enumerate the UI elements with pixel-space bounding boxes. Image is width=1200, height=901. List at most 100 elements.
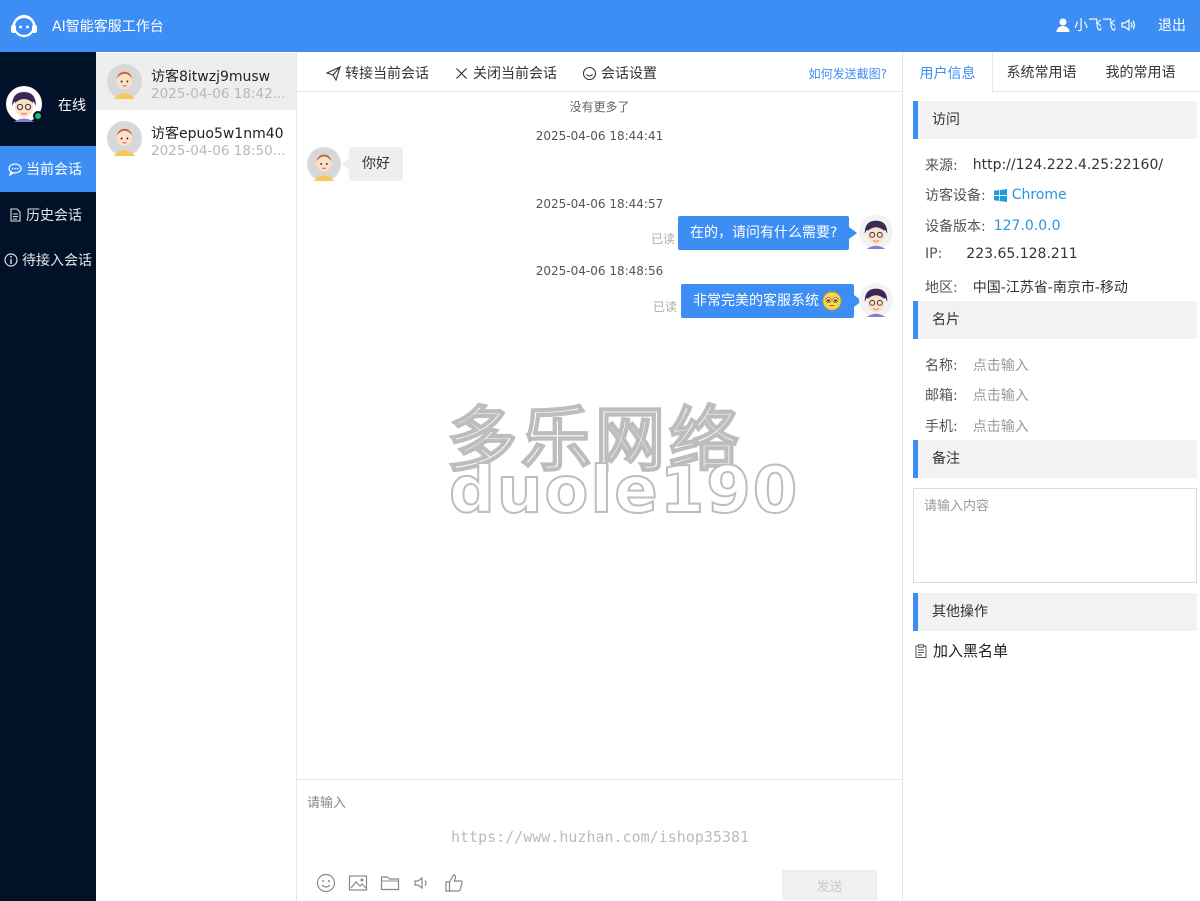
watermark-english: duole190 <box>448 453 800 529</box>
nav-label: 历史会话 <box>26 208 82 224</box>
online-status-dot <box>33 111 43 121</box>
visitor-time: 2025-04-06 18:42... <box>151 86 286 102</box>
pleading-face-emoji-icon <box>822 291 842 311</box>
left-nav: 在线 当前会话 历史会话 待接入会话 <box>0 52 96 901</box>
info-device: 访客设备: Chrome <box>925 185 1067 205</box>
visitor-list: 访客8itwzj9musw 2025-04-06 18:42... 访客epuo… <box>96 52 297 901</box>
tab-user-info[interactable]: 用户信息 <box>903 52 993 93</box>
section-card-title: 名片 <box>913 301 1197 339</box>
info-key: IP: <box>925 246 943 262</box>
logout-button[interactable]: 退出 <box>1158 15 1186 35</box>
send-button[interactable]: 发送 <box>782 870 877 900</box>
transfer-session-button[interactable]: 转接当前会话 <box>326 63 429 83</box>
info-version: 设备版本: 127.0.0.0 <box>925 216 1061 236</box>
info-key: 名称: <box>925 358 958 374</box>
right-panel: 用户信息 系统常用语 我的常用语 访问 来源: http://124.222.4… <box>902 52 1200 901</box>
message-timestamp: 2025-04-06 18:48:56 <box>535 264 664 278</box>
visitor-avatar <box>307 147 341 181</box>
info-key: 手机: <box>925 419 958 435</box>
info-key: 设备版本: <box>925 219 986 235</box>
read-status: 已读 <box>653 300 678 314</box>
message-bubble-visitor: 你好 <box>342 147 403 181</box>
message-timestamp: 2025-04-06 18:44:41 <box>535 129 664 143</box>
username[interactable]: 小飞飞 <box>1074 15 1116 35</box>
sound-icon[interactable] <box>1120 17 1136 33</box>
card-name-input[interactable]: 点击输入 <box>973 355 1029 375</box>
session-settings-button[interactable]: 会话设置 <box>582 63 657 83</box>
nav-current-sessions[interactable]: 当前会话 <box>0 146 96 192</box>
nav-label: 待接入会话 <box>22 253 92 269</box>
info-value: 223.65.128.211 <box>966 246 1078 262</box>
online-status-label[interactable]: 在线 <box>58 95 86 115</box>
section-note-title: 备注 <box>913 440 1197 478</box>
info-value: 中国-江苏省-南京市-移动 <box>972 280 1128 296</box>
device-name: Chrome <box>1011 187 1067 203</box>
nav-history-sessions[interactable]: 历史会话 <box>0 192 96 238</box>
user-icon <box>1056 18 1070 32</box>
info-source: 来源: http://124.222.4.25:22160/ <box>925 155 1163 175</box>
close-icon <box>456 67 467 79</box>
emoji-icon[interactable] <box>316 873 336 893</box>
info-key: 来源: <box>925 158 958 174</box>
visitor-item[interactable]: 访客epuo5w1nm40 2025-04-06 18:50... <box>96 110 296 167</box>
message-text: 在的，请问有什么需要? <box>690 225 838 241</box>
info-value: Chrome <box>993 187 1067 203</box>
close-session-label: 关闭当前会话 <box>473 66 557 82</box>
no-more-messages[interactable]: 没有更多了 <box>297 98 902 115</box>
info-key: 访客设备: <box>925 188 986 204</box>
visitor-name: 访客epuo5w1nm40 <box>151 126 284 142</box>
note-textarea[interactable] <box>913 488 1197 583</box>
document-icon <box>10 208 21 222</box>
smile-settings-icon <box>582 66 597 80</box>
tab-my-phrases[interactable]: 我的常用语 <box>1093 52 1188 92</box>
close-session-button[interactable]: 关闭当前会话 <box>454 63 557 83</box>
add-blacklist-button[interactable]: 加入黑名单 <box>914 640 1008 661</box>
image-icon[interactable] <box>348 873 368 893</box>
section-visit-title: 访问 <box>913 101 1197 139</box>
card-email-input[interactable]: 点击输入 <box>973 385 1029 405</box>
card-email: 邮箱: 点击输入 <box>925 385 1029 405</box>
visitor-avatar <box>107 121 142 156</box>
info-ip: IP: 223.65.128.211 <box>925 246 1078 262</box>
input-tools <box>316 873 476 893</box>
url-watermark: https://www.huzhan.com/ishop35381 <box>451 828 750 846</box>
voice-icon[interactable] <box>412 873 432 893</box>
visitor-time: 2025-04-06 18:50... <box>151 143 286 159</box>
app-title: AI智能客服工作台 <box>52 19 164 35</box>
message-text: 非常完美的客服系统 <box>693 293 819 309</box>
thumbs-up-icon[interactable] <box>444 873 464 893</box>
session-settings-label: 会话设置 <box>601 66 657 82</box>
chat-bubble-icon <box>8 163 22 176</box>
info-value: http://124.222.4.25:22160/ <box>972 157 1164 173</box>
card-phone-input[interactable]: 点击输入 <box>973 416 1029 436</box>
nav-pending-sessions[interactable]: 待接入会话 <box>0 237 96 283</box>
tab-system-phrases[interactable]: 系统常用语 <box>994 52 1089 92</box>
app-root: AI智能客服工作台 小飞飞 退出 在线 当前会话 历史会话 待接入会话 访客8i… <box>0 0 1200 901</box>
message-input-area: https://www.huzhan.com/ishop35381 <box>297 779 902 901</box>
folder-icon[interactable] <box>380 873 400 893</box>
info-key: 邮箱: <box>925 388 958 404</box>
message-input[interactable] <box>307 789 892 817</box>
visitor-avatar <box>107 64 142 99</box>
chat-toolbar: 转接当前会话 关闭当前会话 会话设置 如何发送截图? <box>297 52 902 92</box>
nav-label: 当前会话 <box>26 162 82 178</box>
screenshot-help-link[interactable]: 如何发送截图? <box>809 65 887 82</box>
info-circle-icon <box>4 253 18 267</box>
card-name: 名称: 点击输入 <box>925 355 1029 375</box>
message-bubble-agent: 非常完美的客服系统 <box>681 284 862 318</box>
paper-plane-icon <box>326 65 341 81</box>
card-phone: 手机: 点击输入 <box>925 416 1029 436</box>
blacklist-label: 加入黑名单 <box>933 642 1009 660</box>
info-value: 127.0.0.0 <box>993 218 1061 234</box>
section-other-title: 其他操作 <box>913 593 1197 631</box>
message-timestamp: 2025-04-06 18:44:57 <box>535 197 664 211</box>
agent-avatar <box>859 215 893 249</box>
visitor-item[interactable]: 访客8itwzj9musw 2025-04-06 18:42... <box>96 53 296 110</box>
chat-panel: 转接当前会话 关闭当前会话 会话设置 如何发送截图? 没有更多了 2025-04… <box>297 52 902 901</box>
visitor-name: 访客8itwzj9musw <box>151 69 271 85</box>
clipboard-icon <box>915 643 927 658</box>
windows-icon <box>993 188 1007 202</box>
message-bubble-agent: 在的，请问有什么需要? <box>678 216 858 250</box>
transfer-session-label: 转接当前会话 <box>345 66 429 82</box>
info-region: 地区: 中国-江苏省-南京市-移动 <box>925 277 1128 297</box>
